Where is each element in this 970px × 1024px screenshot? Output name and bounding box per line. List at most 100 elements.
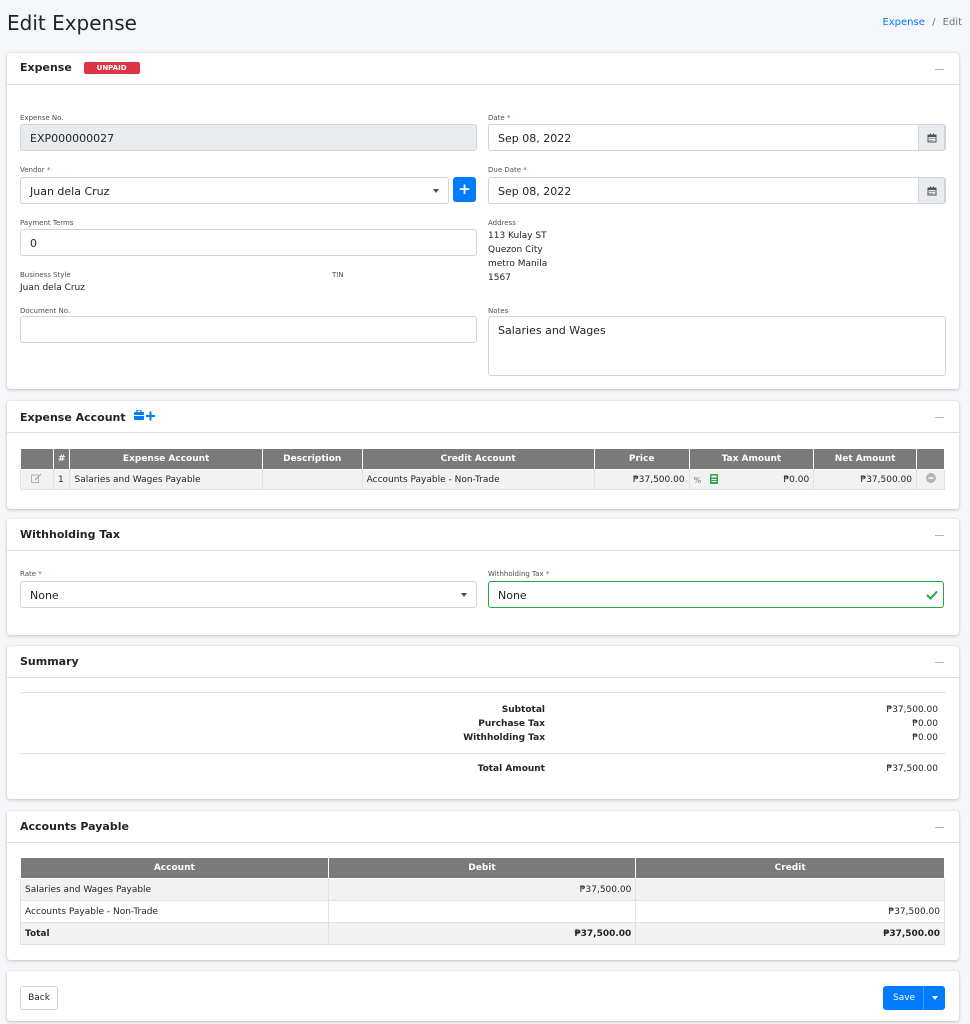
breadcrumb: Expense / Edit bbox=[882, 17, 962, 28]
expense-no-label: Expense No. bbox=[20, 114, 64, 122]
calendar-icon bbox=[927, 133, 936, 142]
rate-select[interactable]: None bbox=[20, 581, 477, 608]
withholding-tax-label: Withholding Tax * bbox=[488, 570, 549, 578]
payment-terms-field[interactable]: 0 bbox=[20, 229, 477, 256]
address-line: 113 Kulay ST bbox=[488, 231, 547, 241]
payment-terms-label: Payment Terms bbox=[20, 219, 74, 227]
add-account-icon[interactable] bbox=[133, 409, 158, 422]
vendor-value: Juan dela Cruz bbox=[30, 185, 110, 198]
calendar-button[interactable] bbox=[918, 124, 945, 151]
date-label-text: Date bbox=[488, 114, 505, 122]
page-header: Edit Expense Expense / Edit bbox=[0, 0, 970, 50]
summary-value: ₱0.00 bbox=[912, 733, 938, 743]
description-cell bbox=[261, 469, 363, 490]
vendor-label: Vendor * bbox=[20, 166, 50, 174]
expense-card-title: Expense bbox=[20, 61, 72, 74]
date-label: Date * bbox=[488, 114, 510, 122]
table-row: 1 Salaries and Wages Payable Accounts Pa… bbox=[20, 469, 945, 490]
table-row: Salaries and Wages Payable ₱37,500.00 bbox=[20, 878, 945, 901]
vendor-select[interactable]: Juan dela Cruz bbox=[20, 177, 449, 204]
chevron-down-icon bbox=[433, 189, 439, 193]
total-amount-label: Total Amount bbox=[477, 764, 545, 774]
account-cell: Accounts Payable - Non-Trade bbox=[20, 900, 329, 923]
save-button[interactable]: Save bbox=[893, 993, 915, 1003]
chevron-down-icon bbox=[932, 996, 938, 1000]
address-block: 113 Kulay ST Quezon City metro Manila 15… bbox=[488, 229, 547, 285]
collapse-button[interactable] bbox=[935, 527, 945, 541]
address-label: Address bbox=[488, 219, 516, 227]
expense-card-title-wrap: Expense UNPAID bbox=[20, 61, 140, 74]
calendar-button[interactable] bbox=[918, 177, 945, 204]
accounts-payable-card-header: Accounts Payable bbox=[7, 811, 959, 843]
price-cell: ₱37,500.00 bbox=[593, 469, 690, 490]
expense-card-header: Expense UNPAID bbox=[7, 53, 959, 85]
due-date-value: Sep 08, 2022 bbox=[498, 185, 572, 198]
document-no-label: Document No. bbox=[20, 307, 71, 315]
page-title: Edit Expense bbox=[7, 11, 137, 35]
tax-amount-value: ₱0.00 bbox=[783, 475, 810, 485]
summary-labels: Subtotal Purchase Tax Withholding Tax bbox=[463, 703, 545, 745]
collapse-button[interactable] bbox=[935, 61, 945, 75]
collapse-button[interactable] bbox=[935, 819, 945, 833]
expense-account-card-title-wrap: Expense Account bbox=[20, 409, 158, 424]
withholding-tax-card-title: Withholding Tax bbox=[20, 528, 120, 541]
summary-card: Summary Subtotal Purchase Tax Withholdin… bbox=[7, 646, 959, 799]
withholding-tax-value: None bbox=[498, 589, 527, 602]
column-header: Debit bbox=[327, 857, 637, 879]
footer-card: Back Save bbox=[7, 971, 959, 1021]
edit-icon[interactable] bbox=[31, 473, 42, 483]
expense-account-card-title: Expense Account bbox=[20, 411, 126, 424]
expense-card: Expense UNPAID Expense No. EXP000000027 … bbox=[7, 53, 959, 389]
column-header: # bbox=[52, 448, 71, 470]
summary-label: Withholding Tax bbox=[463, 733, 545, 743]
tin-label: TIN bbox=[332, 271, 344, 279]
remove-cell bbox=[916, 469, 945, 490]
table-row: Accounts Payable - Non-Trade ₱37,500.00 bbox=[20, 900, 945, 923]
chevron-down-icon bbox=[461, 593, 467, 597]
net-amount-cell: ₱37,500.00 bbox=[813, 469, 917, 490]
add-vendor-button[interactable]: + bbox=[453, 177, 476, 202]
date-field[interactable]: Sep 08, 2022 bbox=[488, 124, 946, 151]
column-header: Tax Amount bbox=[688, 448, 815, 470]
table-header-row: # Expense Account Description Credit Acc… bbox=[20, 448, 945, 470]
column-header: Expense Account bbox=[69, 448, 263, 470]
edit-cell bbox=[20, 469, 54, 490]
withholding-tax-select[interactable]: None bbox=[488, 581, 944, 608]
due-date-field[interactable]: Sep 08, 2022 bbox=[488, 177, 946, 204]
credit-account-cell: Accounts Payable - Non-Trade bbox=[361, 469, 595, 490]
collapse-button[interactable] bbox=[935, 409, 945, 423]
back-button[interactable]: Back bbox=[20, 986, 58, 1010]
notes-textarea[interactable]: Salaries and Wages bbox=[488, 316, 946, 376]
breadcrumb-expense-link[interactable]: Expense bbox=[882, 17, 924, 28]
total-amount-value: ₱37,500.00 bbox=[886, 764, 938, 774]
column-header bbox=[916, 448, 945, 470]
required-mark: * bbox=[545, 570, 550, 578]
remove-row-icon[interactable] bbox=[925, 473, 936, 483]
save-dropdown-toggle[interactable] bbox=[923, 986, 945, 1010]
credit-cell: ₱37,500.00 bbox=[635, 922, 945, 945]
column-header: Net Amount bbox=[813, 448, 917, 470]
collapse-button[interactable] bbox=[935, 654, 945, 668]
save-button-group: Save bbox=[883, 986, 945, 1010]
divider bbox=[20, 753, 946, 754]
account-cell: Total bbox=[20, 922, 329, 945]
summary-values: ₱37,500.00 ₱0.00 ₱0.00 bbox=[886, 703, 938, 745]
summary-card-header: Summary bbox=[7, 646, 959, 678]
divider bbox=[20, 692, 946, 693]
document-no-field[interactable] bbox=[20, 316, 477, 343]
required-mark: * bbox=[46, 166, 51, 174]
address-line: Quezon City bbox=[488, 245, 543, 255]
status-badge: UNPAID bbox=[83, 62, 140, 74]
expense-account-card: Expense Account # Expense Account Descri… bbox=[7, 401, 959, 509]
breadcrumb-separator: / bbox=[932, 17, 936, 28]
summary-label: Purchase Tax bbox=[478, 719, 545, 729]
credit-cell: ₱37,500.00 bbox=[635, 900, 945, 923]
column-header: Description bbox=[261, 448, 363, 470]
percent-icon: % bbox=[693, 475, 702, 485]
withholding-tax-label-text: Withholding Tax bbox=[488, 570, 544, 578]
total-row: Total ₱37,500.00 ₱37,500.00 bbox=[20, 922, 945, 945]
calculator-icon[interactable] bbox=[710, 473, 719, 484]
summary-value: ₱37,500.00 bbox=[886, 705, 938, 715]
check-icon bbox=[926, 590, 938, 600]
summary-label: Subtotal bbox=[501, 705, 545, 715]
